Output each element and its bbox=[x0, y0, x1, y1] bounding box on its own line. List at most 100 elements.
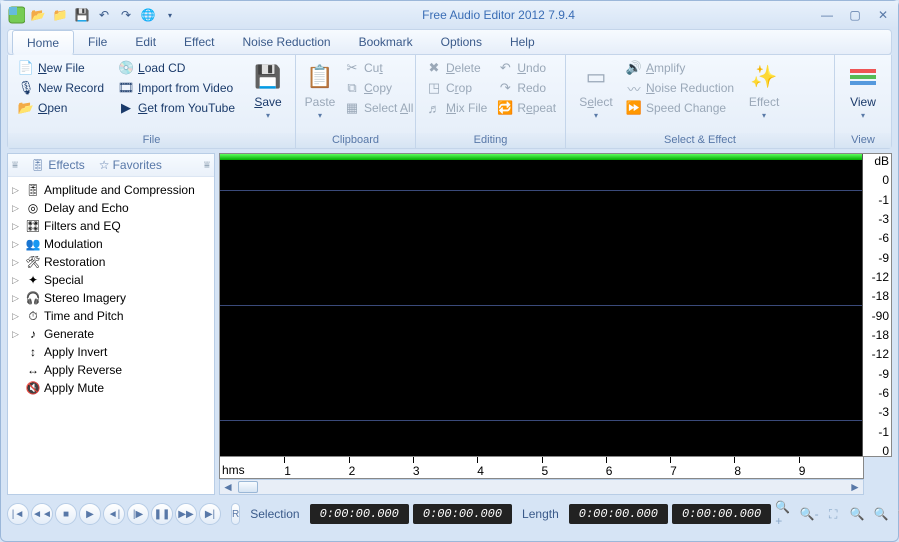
cut-button[interactable]: ✂Cut bbox=[340, 59, 417, 77]
expand-icon[interactable]: ▷ bbox=[12, 203, 22, 214]
close-button[interactable]: ✕ bbox=[874, 8, 892, 22]
mix-file-button[interactable]: ♬Mix File bbox=[422, 99, 491, 117]
pause-button[interactable]: ❚❚ bbox=[151, 503, 173, 525]
step-back-button[interactable]: ◄| bbox=[103, 503, 125, 525]
tab-effect[interactable]: Effect bbox=[170, 30, 228, 54]
undo-icon: ↶ bbox=[497, 60, 513, 76]
goto-start-button[interactable]: |◄ bbox=[7, 503, 29, 525]
tree-item[interactable]: ▷⏱Time and Pitch bbox=[10, 307, 212, 325]
scroll-thumb[interactable] bbox=[238, 481, 258, 493]
tree-item[interactable]: ↕Apply Invert bbox=[10, 343, 212, 361]
expand-icon[interactable]: ▷ bbox=[12, 329, 22, 340]
record-button[interactable]: R bbox=[231, 503, 240, 525]
save-button[interactable]: 💾 Save▾ bbox=[247, 59, 289, 122]
minimize-button[interactable]: — bbox=[818, 8, 836, 22]
zoom-fit-button[interactable]: ⛶ bbox=[823, 504, 843, 524]
tree-item[interactable]: ▷🎧Stereo Imagery bbox=[10, 289, 212, 307]
scroll-right-icon[interactable]: ► bbox=[847, 480, 863, 494]
redo-button[interactable]: ↷Redo bbox=[493, 79, 560, 97]
tab-file[interactable]: File bbox=[74, 30, 121, 54]
stop-button[interactable]: ■ bbox=[55, 503, 77, 525]
goto-end-button[interactable]: ▶| bbox=[199, 503, 221, 525]
scroll-left-icon[interactable]: ◄ bbox=[220, 480, 236, 494]
zoom-v-in-button[interactable]: 🔍 bbox=[871, 504, 891, 524]
zoom-sel-button[interactable]: 🔍 bbox=[847, 504, 867, 524]
expand-icon[interactable]: ▷ bbox=[12, 293, 22, 304]
repeat-button[interactable]: 🔁Repeat bbox=[493, 99, 560, 117]
tree-item[interactable]: ▷👥Modulation bbox=[10, 235, 212, 253]
crop-button[interactable]: ◳Crop bbox=[422, 79, 491, 97]
tree-item[interactable]: ▷🎚Amplitude and Compression bbox=[10, 181, 212, 199]
record-icon: 🎙 bbox=[18, 80, 34, 96]
delete-button[interactable]: ✖Delete bbox=[422, 59, 491, 77]
tab-edit[interactable]: Edit bbox=[121, 30, 170, 54]
waveform-canvas[interactable] bbox=[220, 154, 863, 456]
new-record-button[interactable]: 🎙New Record bbox=[14, 79, 108, 97]
fast-fwd-button[interactable]: ▶▶ bbox=[175, 503, 197, 525]
tree-item-icon: ↕ bbox=[25, 344, 41, 360]
speed-change-button[interactable]: ⏩Speed Change bbox=[622, 99, 738, 117]
timeline-overview[interactable] bbox=[220, 154, 862, 160]
paste-button[interactable]: 📋Paste▾ bbox=[302, 59, 338, 122]
tree-item[interactable]: ▷♪Generate bbox=[10, 325, 212, 343]
zoom-out-button[interactable]: 🔍- bbox=[799, 504, 819, 524]
status-bar: |◄ ◄◄ ■ ▶ ◄| |▶ ❚❚ ▶▶ ▶| R Selection 0:0… bbox=[7, 499, 892, 529]
tab-bookmark[interactable]: Bookmark bbox=[345, 30, 427, 54]
get-youtube-button[interactable]: ▶Get from YouTube bbox=[114, 99, 239, 117]
import-video-button[interactable]: 🎞Import from Video bbox=[114, 79, 239, 97]
expand-icon[interactable]: ▷ bbox=[12, 185, 22, 196]
qat-open-icon[interactable]: 📂 bbox=[29, 6, 47, 24]
tree-item[interactable]: ↔Apply Reverse bbox=[10, 361, 212, 379]
tab-help[interactable]: Help bbox=[496, 30, 549, 54]
new-file-button[interactable]: 📄New File bbox=[14, 59, 108, 77]
db-tick: -3 bbox=[878, 212, 889, 226]
tree-item[interactable]: ▷✦Special bbox=[10, 271, 212, 289]
db-scale: dB0-1-3-6-9-12-18-90-18-12-9-6-3-10 bbox=[863, 154, 891, 456]
time-ruler[interactable]: hms 123456789 bbox=[219, 457, 864, 479]
qat-redo-icon[interactable]: ↷ bbox=[117, 6, 135, 24]
expand-icon[interactable]: ▷ bbox=[12, 221, 22, 232]
copy-button[interactable]: ⧉Copy bbox=[340, 79, 417, 97]
load-cd-button[interactable]: 💿Load CD bbox=[114, 59, 239, 77]
zoom-in-button[interactable]: 🔍+ bbox=[775, 504, 795, 524]
expand-icon[interactable]: ▷ bbox=[12, 311, 22, 322]
rewind-button[interactable]: ◄◄ bbox=[31, 503, 53, 525]
qat-open2-icon[interactable]: 📁 bbox=[51, 6, 69, 24]
window-title: Free Audio Editor 2012 7.9.4 bbox=[179, 8, 818, 22]
tree-item-icon: 🛠 bbox=[25, 254, 41, 270]
tab-options[interactable]: Options bbox=[427, 30, 496, 54]
expand-icon[interactable]: ▷ bbox=[12, 257, 22, 268]
favorites-tab[interactable]: ☆Favorites bbox=[95, 156, 166, 174]
amplify-button[interactable]: 🔊Amplify bbox=[622, 59, 738, 77]
horizontal-scrollbar[interactable]: ◄ ► bbox=[219, 479, 864, 495]
cut-icon: ✂ bbox=[344, 60, 360, 76]
tab-noise-reduction[interactable]: Noise Reduction bbox=[229, 30, 345, 54]
tree-item[interactable]: ▷🛠Restoration bbox=[10, 253, 212, 271]
delete-icon: ✖ bbox=[426, 60, 442, 76]
view-button[interactable]: View▾ bbox=[841, 59, 885, 122]
qat-web-icon[interactable]: 🌐 bbox=[139, 6, 157, 24]
undo-button[interactable]: ↶Undo bbox=[493, 59, 560, 77]
noise-reduction-button[interactable]: 〰Noise Reduction bbox=[622, 79, 738, 97]
tree-item[interactable]: ▷◎Delay and Echo bbox=[10, 199, 212, 217]
qat-save-icon[interactable]: 💾 bbox=[73, 6, 91, 24]
zoom-v-out-button[interactable]: 🔍 bbox=[895, 504, 899, 524]
play-button[interactable]: ▶ bbox=[79, 503, 101, 525]
tree-item[interactable]: 🔇Apply Mute bbox=[10, 379, 212, 397]
tab-home[interactable]: Home bbox=[12, 30, 74, 55]
qat-dropdown-icon[interactable]: ▾ bbox=[161, 6, 179, 24]
panel-collapse-icon[interactable]: ⩸ bbox=[204, 160, 210, 171]
expand-icon[interactable]: ▷ bbox=[12, 239, 22, 250]
expand-icon[interactable]: ▷ bbox=[12, 275, 22, 286]
effects-tab[interactable]: 🎚Effects bbox=[26, 156, 89, 174]
tree-item[interactable]: ▷🎛Filters and EQ bbox=[10, 217, 212, 235]
step-fwd-button[interactable]: |▶ bbox=[127, 503, 149, 525]
open-button[interactable]: 📂Open bbox=[14, 99, 108, 117]
length-end-time: 0:00:00.000 bbox=[672, 504, 771, 524]
tree-item-label: Stereo Imagery bbox=[44, 291, 126, 305]
select-all-button[interactable]: ▦Select All bbox=[340, 99, 417, 117]
maximize-button[interactable]: ▢ bbox=[846, 8, 864, 22]
effect-button[interactable]: ✨Effect▾ bbox=[740, 59, 788, 122]
qat-undo-icon[interactable]: ↶ bbox=[95, 6, 113, 24]
select-button[interactable]: ▭Select▾ bbox=[572, 59, 620, 122]
